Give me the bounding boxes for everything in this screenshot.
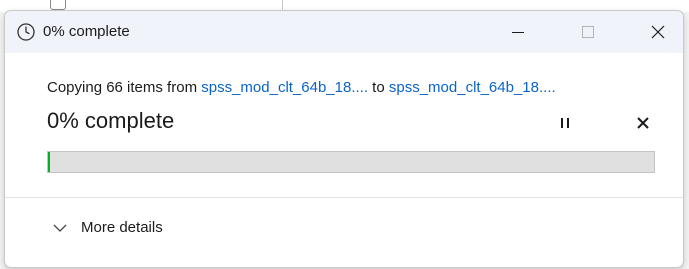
close-button[interactable]	[635, 11, 681, 53]
minimize-button[interactable]	[495, 11, 541, 53]
source-folder-link[interactable]: spss_mod_clt_64b_18....	[201, 79, 368, 96]
minimize-icon	[512, 32, 524, 33]
destination-folder-link[interactable]: spss_mod_clt_64b_18....	[389, 79, 556, 96]
chevron-down-icon	[53, 224, 67, 232]
footer-divider	[5, 197, 683, 198]
progress-panel: Copying 66 items from spss_mod_clt_64b_1…	[5, 53, 683, 199]
progress-title: 0% complete	[47, 108, 175, 133]
cancel-icon	[637, 117, 649, 129]
copy-progress-dialog: 0% complete Copying 66 items from spss_m…	[4, 10, 684, 268]
cancel-button[interactable]	[631, 111, 655, 135]
pause-icon	[561, 118, 569, 128]
more-details-toggle[interactable]: More details	[53, 219, 163, 236]
maximize-button	[565, 11, 611, 53]
progress-bar	[47, 151, 655, 173]
window-title: 0% complete	[43, 23, 130, 40]
clock-icon	[17, 23, 35, 41]
copy-prefix: Copying 66 items from	[47, 79, 202, 96]
progress-bar-fill	[48, 152, 50, 172]
more-details-label: More details	[81, 219, 163, 236]
maximize-icon	[582, 26, 594, 38]
close-icon	[651, 25, 665, 39]
background-checkbox	[50, 0, 66, 10]
pause-button[interactable]	[553, 111, 577, 135]
title-bar[interactable]: 0% complete	[5, 11, 683, 53]
copy-middle: to	[368, 79, 389, 96]
copy-description: Copying 66 items from spss_mod_clt_64b_1…	[47, 79, 556, 96]
